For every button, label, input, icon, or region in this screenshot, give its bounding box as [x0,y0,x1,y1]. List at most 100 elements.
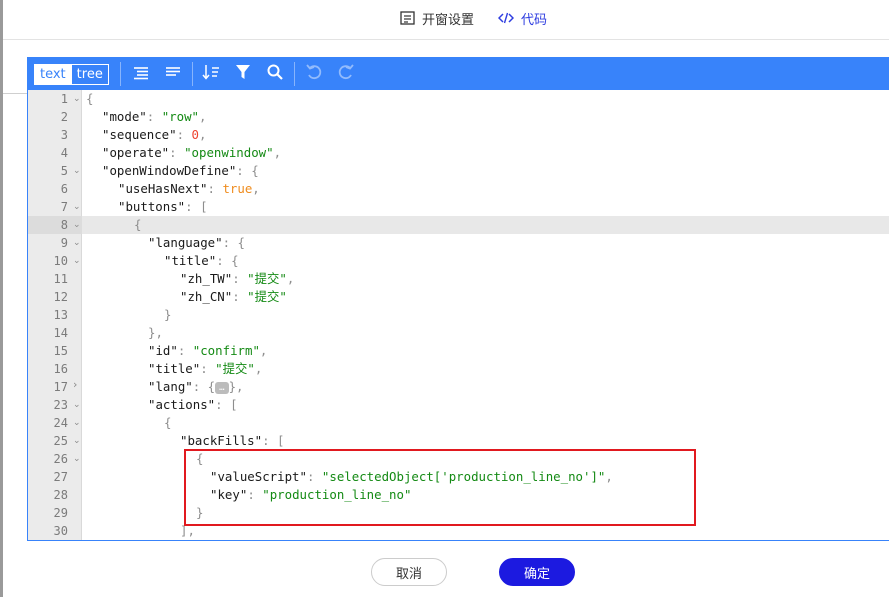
gutter-line: 7 ⌄ [28,198,82,216]
fold-open-icon[interactable]: ⌄ [73,256,81,266]
gutter-line: 6 [28,180,82,198]
line-number: 26 [53,452,68,466]
fold-open-icon[interactable]: ⌄ [73,436,81,446]
gutter-line: 13 [28,306,82,324]
redo-button[interactable] [335,63,357,85]
sort-button[interactable] [200,63,222,85]
fold-open-icon[interactable]: ⌄ [73,220,81,230]
line-number: 15 [53,344,68,358]
window-edge [0,0,3,597]
undo-icon [306,64,322,84]
search-icon [267,64,283,84]
fold-open-icon[interactable]: ⌄ [73,94,81,104]
mode-switch: text tree [34,64,109,85]
code-line: "useHasNext": true, [118,181,260,196]
code-line: "sequence": 0, [102,127,207,142]
collapsed-object-chip[interactable]: … [215,382,229,394]
code-area[interactable]: { "mode": "row", "sequence": 0, "operate… [82,90,889,540]
fold-open-icon[interactable]: ⌄ [73,400,81,410]
line-number: 7 [60,200,68,214]
format-button[interactable] [130,63,152,85]
code-line: } [164,307,172,322]
line-number: 17 [53,380,68,394]
mode-text-button[interactable]: text [35,65,71,84]
code-line: "openWindowDefine": { [102,163,259,178]
code-line: }, [148,325,163,340]
gutter-line: 23 ⌄ [28,396,82,414]
code-line: "valueScript": "selectedObject['producti… [210,469,613,484]
gutter-line: 3 [28,126,82,144]
fold-open-icon[interactable]: ⌄ [73,238,81,248]
gutter-line: 2 [28,108,82,126]
code-line: "buttons": [ [118,199,208,214]
line-number: 4 [60,146,68,160]
search-button[interactable] [264,63,286,85]
tab-window-settings-label: 开窗设置 [422,12,475,28]
gutter-line: 26 ⌄ [28,450,82,468]
filter-button[interactable] [232,63,254,85]
editor-toolbar: text tree [28,58,889,90]
gutter-line: 25 ⌄ [28,432,82,450]
fold-open-icon[interactable]: ⌄ [73,202,81,212]
line-number: 25 [53,434,68,448]
compact-icon [165,65,181,84]
gutter-line: 15 [28,342,82,360]
gutter-line: 8 ⌄ [28,216,82,234]
tab-code[interactable]: 代码 [497,8,547,28]
fold-open-icon[interactable]: ⌄ [73,454,81,464]
gutter-line: 17 › [28,378,82,396]
gutter-line: 24 ⌄ [28,414,82,432]
code-line: "mode": "row", [102,109,207,124]
line-number: 3 [60,128,68,142]
line-number: 27 [53,470,68,484]
code-icon [497,9,515,27]
json-editor: text tree 1 ⌄ 2 3 4 5 ⌄ 6 7 ⌄ 8 ⌄ 9 ⌄ 10… [27,57,889,541]
redo-icon [338,64,354,84]
code-line: "actions": [ [148,397,238,412]
code-line: "zh_TW": "提交", [180,271,295,286]
gutter-line: 9 ⌄ [28,234,82,252]
code-line: } [196,505,204,520]
mode-tree-button[interactable]: tree [70,65,108,84]
filter-icon [235,64,251,84]
line-number: 14 [53,326,68,340]
gutter-line: 10 ⌄ [28,252,82,270]
code-line: "lang": {…}, [148,379,244,394]
code-line-active: { [82,216,889,234]
line-number: 30 [53,524,68,538]
tab-window-settings[interactable]: 开窗设置 [398,8,474,28]
fold-open-icon[interactable]: ⌄ [73,166,81,176]
code-line: ], [180,523,195,538]
code-line: { [86,91,94,106]
cancel-button[interactable]: 取消 [371,558,447,586]
line-number: 5 [60,164,68,178]
line-number-gutter: 1 ⌄ 2 3 4 5 ⌄ 6 7 ⌄ 8 ⌄ 9 ⌄ 10 ⌄ 11 12 13 14 15 16 17 › 23 ⌄ 24 ⌄ 25… [28,90,82,540]
gutter-line: 14 [28,324,82,342]
undo-button[interactable] [303,63,325,85]
line-number: 6 [60,182,68,196]
code-line: { [196,451,204,466]
fold-open-icon[interactable]: ⌄ [73,418,81,428]
fold-closed-icon[interactable]: › [73,379,77,390]
confirm-button[interactable]: 确定 [499,558,575,586]
code-line: "title": "提交", [148,361,263,376]
dialog-header: 开窗设置 代码 [3,0,889,40]
line-number: 8 [60,218,68,232]
backdrop-divider [3,93,27,94]
toolbar-divider [294,62,295,86]
line-number: 12 [53,290,68,304]
code-line: { [164,415,172,430]
line-number: 16 [53,362,68,376]
toolbar-divider [192,62,193,86]
code-line: "id": "confirm", [148,343,268,358]
code-line: "language": { [148,235,245,250]
line-number: 1 [60,92,68,106]
code-line: "key": "production_line_no" [210,487,412,502]
code-line: "backFills": [ [180,433,285,448]
code-line: "zh_CN": "提交" [180,289,287,304]
line-number: 29 [53,506,68,520]
gutter-line: 16 [28,360,82,378]
settings-doc-icon [398,9,416,27]
line-number: 2 [60,110,68,124]
compact-button[interactable] [162,63,184,85]
